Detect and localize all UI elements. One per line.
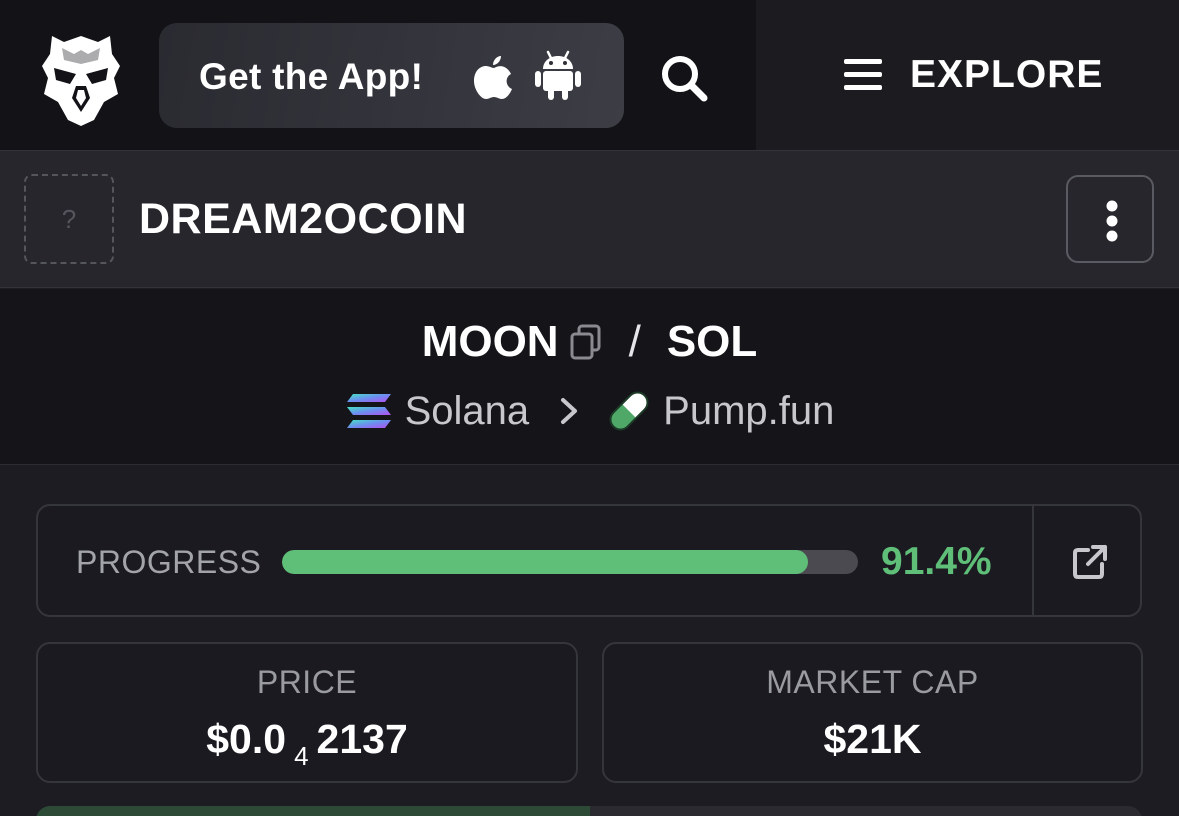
buy-sell-tabs <box>36 806 1142 816</box>
token-stats: PROGRESS 91.4% PRICE $0.0 4 2137 MARKET CA… <box>0 466 1179 816</box>
more-options-button[interactable] <box>1066 175 1154 263</box>
chain-name[interactable]: Solana <box>405 389 530 434</box>
market-cap-label: MARKET CAP <box>766 664 979 700</box>
quote-symbol: SOL <box>666 317 758 366</box>
price-zero-count: 4 <box>294 741 309 771</box>
price-card: PRICE $0.0 4 2137 <box>36 642 578 783</box>
search-icon[interactable] <box>656 50 712 106</box>
pair-info: MOON / SOL Solana Pump.fun <box>0 289 1179 465</box>
eagle-logo-icon[interactable] <box>40 32 122 128</box>
token-avatar-placeholder: ? <box>24 174 114 264</box>
progress-value: 91.4% <box>881 540 992 583</box>
app-root: Get the App! EXPLORE ? DREAM2OCOIN MOON … <box>0 0 1179 816</box>
divider <box>1032 506 1034 615</box>
bonding-progress-card: PROGRESS 91.4% <box>36 504 1142 617</box>
more-vertical-icon <box>1106 200 1118 242</box>
get-app-button[interactable]: Get the App! <box>159 23 624 128</box>
copy-icon[interactable] <box>569 324 603 360</box>
solana-icon <box>346 394 391 428</box>
market-cap-value: $21K <box>823 716 922 762</box>
token-name: DREAM2OCOIN <box>139 195 468 243</box>
chevron-right-icon <box>561 398 578 424</box>
apple-icon[interactable] <box>471 52 517 100</box>
hamburger-icon <box>844 59 882 90</box>
explore-label: EXPLORE <box>910 53 1104 96</box>
explore-button[interactable]: EXPLORE <box>756 0 1179 150</box>
base-symbol: MOON <box>421 317 559 366</box>
top-bar: Get the App! EXPLORE <box>0 0 1179 150</box>
sell-tab[interactable] <box>590 806 1142 816</box>
pair-row: MOON / SOL <box>0 317 1179 367</box>
pumpfun-pill-icon <box>609 391 649 431</box>
buy-tab[interactable] <box>36 806 590 816</box>
price-digits: 2137 <box>316 716 408 762</box>
chain-breadcrumb: Solana Pump.fun <box>0 387 1179 435</box>
progress-bar-fill <box>282 550 809 574</box>
progress-label: PROGRESS <box>76 544 262 580</box>
get-app-label: Get the App! <box>199 56 424 97</box>
price-prefix: $0.0 <box>206 716 287 762</box>
external-link-icon[interactable] <box>1072 544 1108 580</box>
dex-name[interactable]: Pump.fun <box>663 389 834 434</box>
token-header: ? DREAM2OCOIN <box>0 150 1179 288</box>
price-label: PRICE <box>256 664 358 700</box>
progress-bar <box>282 550 858 574</box>
pair-separator: / <box>628 317 641 366</box>
price-value: $0.0 4 2137 <box>38 716 576 771</box>
android-icon[interactable] <box>535 49 581 101</box>
market-cap-card: MARKET CAP $21K <box>602 642 1143 783</box>
